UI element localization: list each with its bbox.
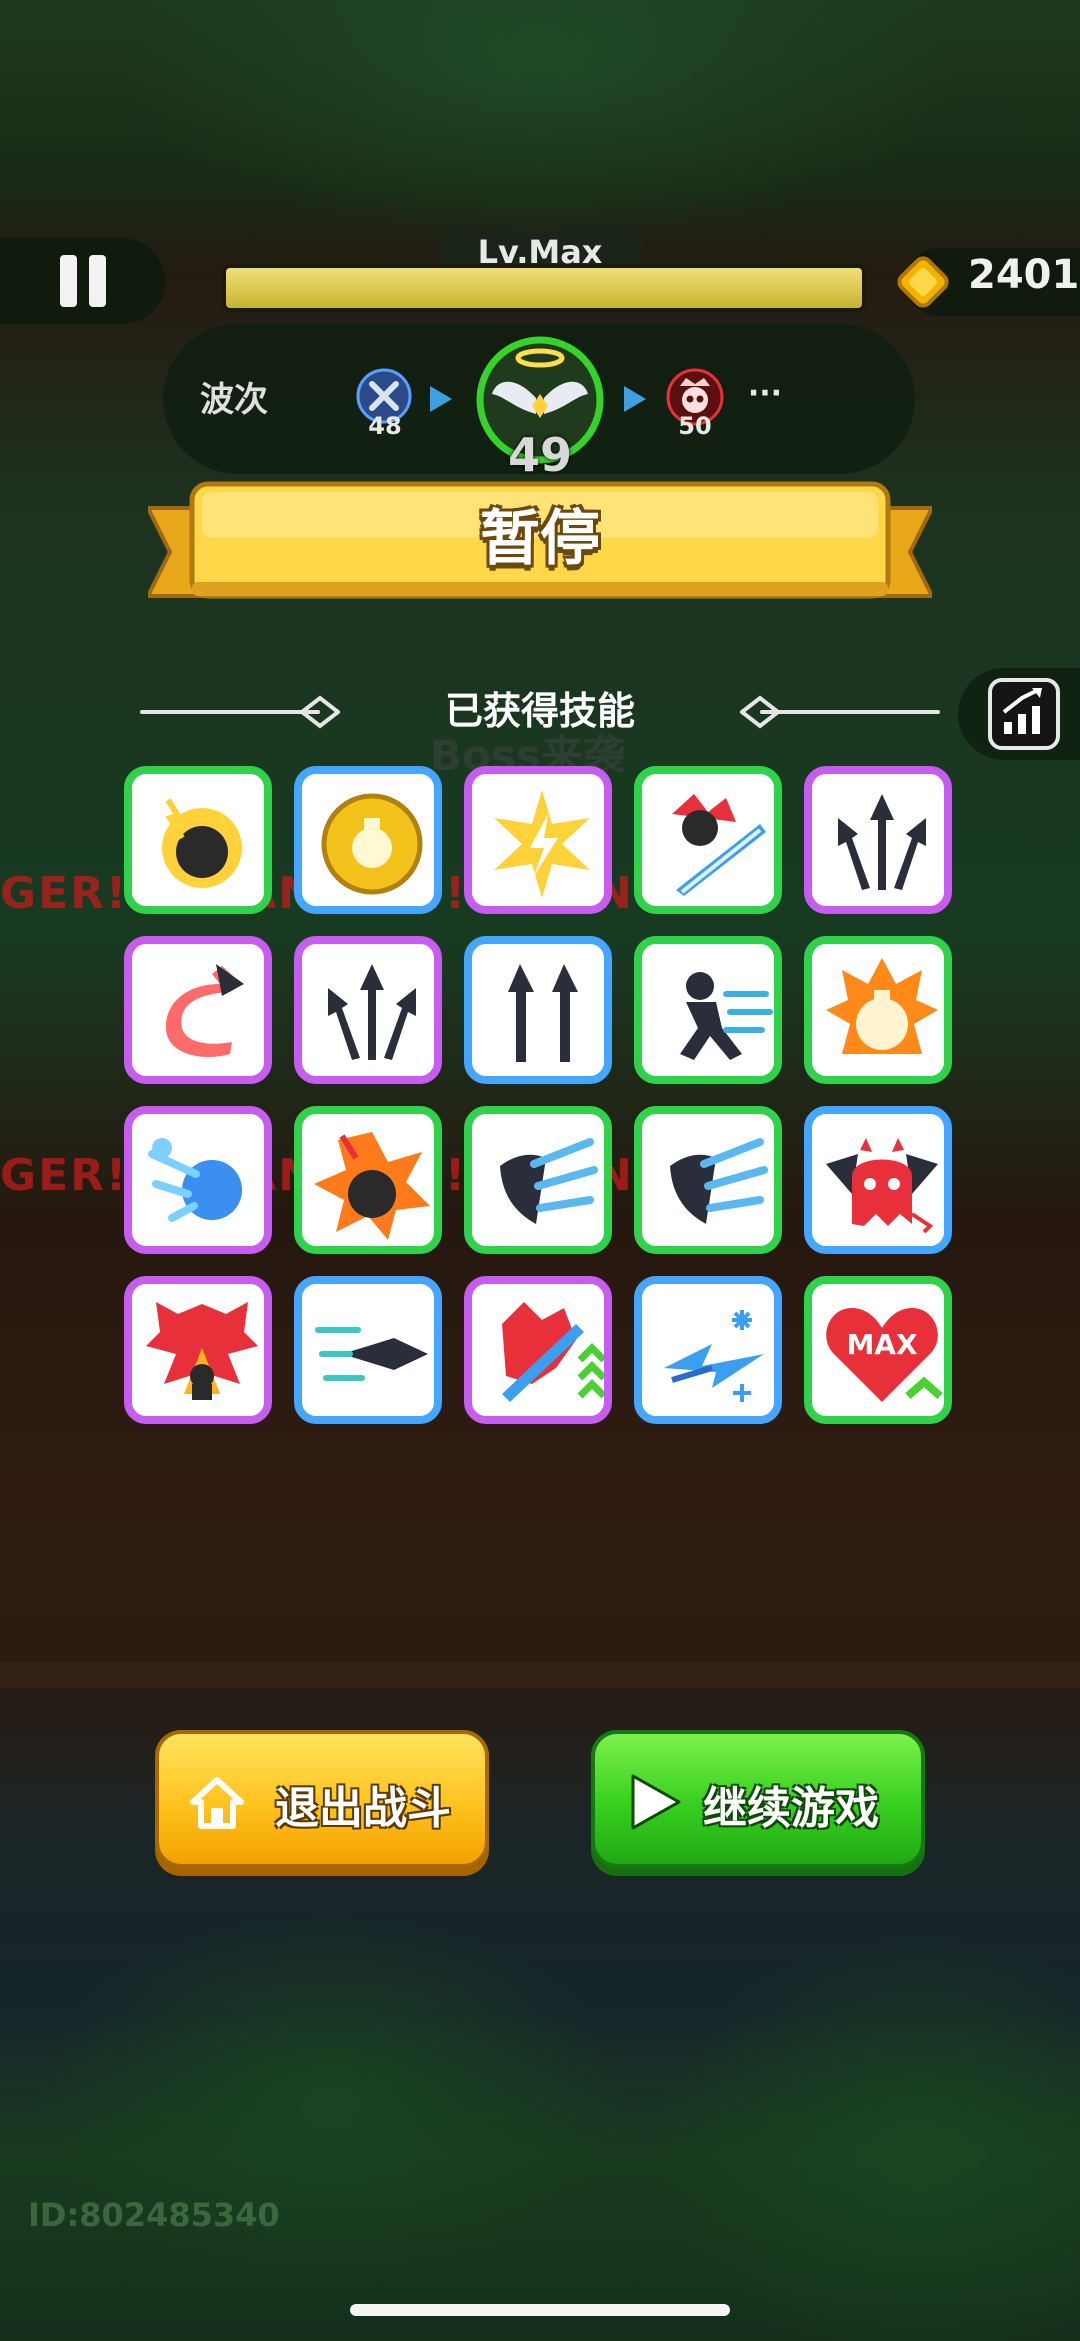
home-indicator[interactable] bbox=[350, 2304, 730, 2316]
skill-card[interactable] bbox=[634, 1106, 782, 1254]
skill-card[interactable] bbox=[294, 1106, 442, 1254]
skill-card[interactable] bbox=[124, 1276, 272, 1424]
more-waves-indicator: ··· bbox=[747, 376, 783, 411]
skill-card[interactable] bbox=[124, 766, 272, 914]
lightning-burst-icon bbox=[494, 790, 590, 898]
triple-arrow-b-icon bbox=[328, 964, 416, 1060]
speed-arrow-icon bbox=[315, 1327, 428, 1381]
stats-chart-icon[interactable] bbox=[988, 678, 1060, 750]
fire-bomb-explosion-icon bbox=[314, 1132, 430, 1240]
home-icon bbox=[190, 1777, 244, 1829]
player-id: ID:802485340 bbox=[28, 2196, 280, 2234]
previous-wave-number: 48 bbox=[368, 412, 402, 440]
skill-card[interactable] bbox=[294, 766, 442, 914]
skill-card[interactable] bbox=[804, 936, 952, 1084]
demon-summon-icon bbox=[146, 1302, 258, 1400]
exit-battle-label: 退出战斗 bbox=[275, 1783, 451, 1834]
skill-card[interactable]: MAX bbox=[804, 1276, 952, 1424]
coin-icon bbox=[897, 256, 949, 308]
section-divider bbox=[760, 710, 940, 714]
acquired-skills-title: 已获得技能 bbox=[444, 689, 635, 733]
skill-card[interactable] bbox=[294, 936, 442, 1084]
current-wave-number: 49 bbox=[507, 428, 572, 482]
coin-amount: 2401 bbox=[968, 252, 1080, 298]
pause-icon-bar bbox=[88, 255, 106, 307]
experience-bar-fill bbox=[226, 268, 862, 308]
wind-slash-b-icon bbox=[670, 1138, 768, 1224]
pause-title: 暂停 bbox=[480, 504, 600, 574]
skill-card[interactable] bbox=[124, 1106, 272, 1254]
skill-card[interactable] bbox=[124, 936, 272, 1084]
double-arrow-icon bbox=[508, 964, 578, 1062]
gold-potion-ball-icon bbox=[321, 793, 423, 895]
next-wave-number: 50 bbox=[678, 412, 712, 440]
skill-card[interactable] bbox=[464, 766, 612, 914]
continue-game-button[interactable]: 继续游戏 bbox=[591, 1730, 925, 1868]
max-badge-text: MAX bbox=[846, 1328, 918, 1361]
exit-battle-button[interactable]: 退出战斗 bbox=[155, 1730, 489, 1868]
fire-potion-icon bbox=[826, 958, 938, 1054]
section-divider bbox=[140, 710, 320, 714]
pause-icon bbox=[59, 255, 77, 307]
pause-button[interactable] bbox=[0, 238, 165, 324]
skill-card[interactable] bbox=[634, 1276, 782, 1424]
blade-upgrade-icon bbox=[502, 1302, 604, 1402]
demon-blade-slash-icon bbox=[672, 794, 766, 896]
ice-comet-icon bbox=[148, 1138, 242, 1222]
thunder-bomb-icon bbox=[162, 798, 242, 888]
experience-bar bbox=[222, 264, 866, 312]
dash-silhouette-icon bbox=[680, 972, 773, 1060]
skill-card[interactable] bbox=[634, 936, 782, 1084]
skill-card[interactable] bbox=[804, 1106, 952, 1254]
continue-game-label: 继续游戏 bbox=[703, 1783, 879, 1834]
wave-arrow-icon bbox=[430, 386, 452, 412]
frost-arrow-icon bbox=[664, 1310, 764, 1402]
skill-card[interactable] bbox=[634, 766, 782, 914]
divider-ornament-icon bbox=[300, 695, 340, 729]
skills-grid: MAX bbox=[124, 766, 952, 1424]
skill-card[interactable] bbox=[294, 1276, 442, 1424]
skill-card[interactable] bbox=[804, 766, 952, 914]
curve-arrow-icon bbox=[165, 964, 244, 1057]
wave-arrow-icon bbox=[624, 386, 646, 412]
skill-card[interactable] bbox=[464, 936, 612, 1084]
wind-slash-icon bbox=[500, 1138, 598, 1224]
triple-arrow-icon bbox=[838, 794, 926, 890]
devil-ghost-icon bbox=[826, 1138, 938, 1234]
play-icon bbox=[631, 1774, 681, 1830]
skill-card[interactable] bbox=[464, 1106, 612, 1254]
skill-card[interactable] bbox=[464, 1276, 612, 1424]
wave-label: 波次 bbox=[200, 380, 268, 420]
